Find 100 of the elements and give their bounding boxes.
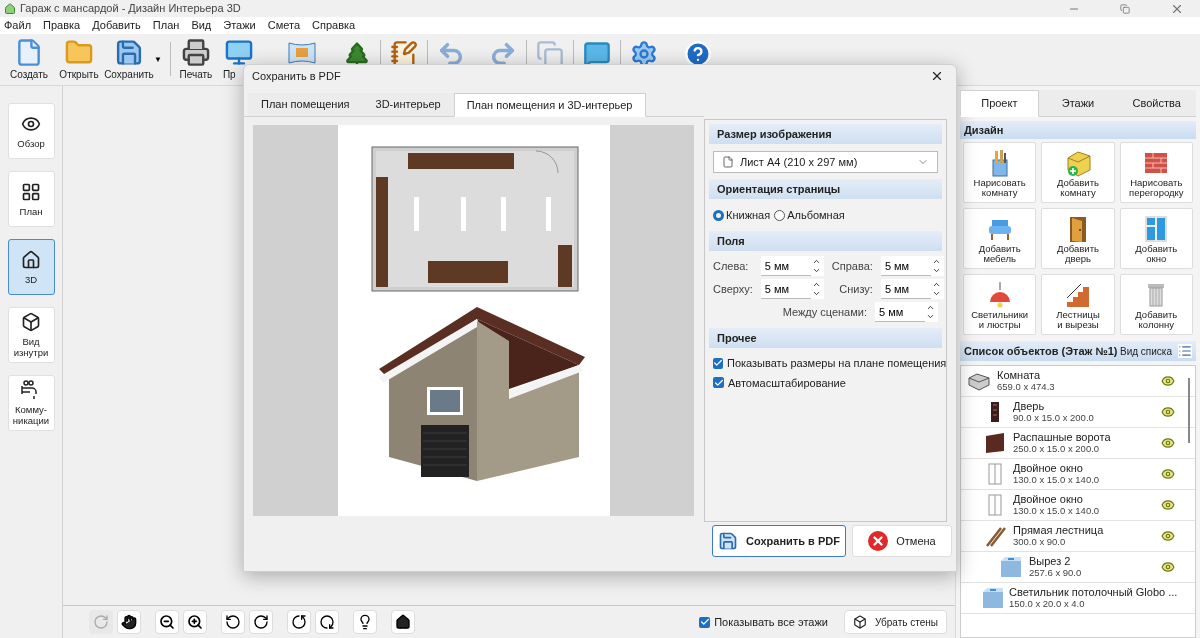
- object-size: 150.0 x 20.0 x 4.0: [1009, 598, 1086, 610]
- design-tool-button[interactable]: Светильники и люстры: [963, 274, 1037, 335]
- room-cube-icon: [21, 312, 41, 332]
- view-mode-button[interactable]: Вид изнутри: [7, 307, 55, 363]
- dropdown-arrow[interactable]: ▼: [154, 54, 162, 66]
- number-field[interactable]: 5 мм: [760, 256, 811, 276]
- visibility-eye-icon[interactable]: [1161, 405, 1175, 419]
- object-size: 250.0 x 15.0 x 200.0: [1013, 443, 1101, 455]
- margin-label: Сверху:: [713, 281, 753, 297]
- paper-size-dropdown[interactable]: Лист А4 (210 x 297 мм): [713, 151, 938, 173]
- design-tool-button[interactable]: Добавить комнату: [1041, 142, 1115, 203]
- visibility-eye-icon[interactable]: [1161, 467, 1175, 481]
- spin-down-icon[interactable]: [925, 312, 936, 321]
- object-name: Распашные ворота: [1013, 431, 1112, 443]
- menu-item[interactable]: Правка: [43, 17, 81, 34]
- visibility-eye-icon[interactable]: [1161, 374, 1175, 388]
- checkbox[interactable]: [713, 357, 723, 369]
- checkbox-label: Показывать размеры на плане помещения: [727, 356, 947, 371]
- zoom-in-button[interactable]: [183, 610, 207, 634]
- cancel-icon: [868, 531, 889, 551]
- radio-button[interactable]: [774, 209, 786, 221]
- panorama-icon[interactable]: [286, 40, 317, 66]
- tab[interactable]: Свойства: [1117, 90, 1196, 116]
- menu-item[interactable]: Смета: [267, 17, 301, 34]
- zoom-out-button[interactable]: [155, 610, 179, 634]
- toolbar-button[interactable]: Открыть: [54, 38, 104, 82]
- tab[interactable]: 3D-интерьер: [362, 93, 454, 116]
- tilt-down-button[interactable]: [315, 610, 339, 634]
- menu-item[interactable]: Справка: [312, 17, 356, 34]
- page-icon: [722, 156, 734, 168]
- scrollbar[interactable]: [1188, 378, 1190, 443]
- close-icon[interactable]: [930, 69, 944, 83]
- spin-up-icon[interactable]: [925, 303, 936, 312]
- rotate-icon: [93, 614, 109, 630]
- view-mode-button[interactable]: 3D: [7, 239, 55, 295]
- list-view-button[interactable]: Вид списка: [1119, 343, 1172, 359]
- cancel-button[interactable]: Отмена: [852, 525, 952, 557]
- design-tool-button[interactable]: Нарисовать перегородку: [1119, 142, 1193, 203]
- remove-walls-button[interactable]: Убрать стены: [843, 610, 947, 634]
- light-button[interactable]: [353, 610, 377, 634]
- cube-icon: [852, 615, 867, 629]
- tab[interactable]: План помещения: [248, 93, 363, 116]
- radio-label: Книжная: [726, 207, 771, 223]
- tab[interactable]: Этажи: [1038, 90, 1118, 116]
- design-tool-button[interactable]: Добавить мебель: [963, 208, 1037, 269]
- design-tool-button[interactable]: Нарисовать комнату: [963, 142, 1037, 203]
- section-header: Дизайн: [960, 121, 1196, 139]
- toolbar-button[interactable]: Сохранить: [104, 38, 154, 82]
- checkbox-label: Автомасштабирование: [728, 375, 846, 391]
- object-size: 90.0 x 15.0 x 200.0: [1013, 412, 1095, 424]
- checkbox-label: Показывать все этажи: [714, 614, 828, 630]
- object-name: Светильник потолочный Globo ...: [1009, 586, 1178, 598]
- home-icon: [395, 614, 411, 630]
- number-field[interactable]: 5 мм: [880, 279, 931, 299]
- menu-item[interactable]: Файл: [4, 17, 32, 34]
- rotate-left-button[interactable]: [221, 610, 245, 634]
- design-tool-button[interactable]: Добавить колонну: [1119, 274, 1193, 335]
- rotate-right-button[interactable]: [249, 610, 273, 634]
- visibility-eye-icon[interactable]: [1161, 529, 1175, 543]
- menu-item[interactable]: Добавить: [92, 17, 141, 34]
- visibility-eye-icon[interactable]: [1161, 560, 1175, 574]
- menu-item[interactable]: Этажи: [223, 17, 256, 34]
- tab[interactable]: План помещения и 3D-интерьер: [453, 93, 646, 117]
- menu-item[interactable]: Вид: [191, 17, 212, 34]
- visibility-eye-icon[interactable]: [1161, 498, 1175, 512]
- floppy-icon: [718, 531, 739, 551]
- object-name: Двойное окно: [1013, 462, 1084, 474]
- toolbar-button[interactable]: Печать: [170, 38, 221, 82]
- section-header: Прочее: [709, 328, 942, 348]
- object-name: Двойное окно: [1013, 493, 1084, 505]
- tilt-up-button[interactable]: [287, 610, 311, 634]
- list-view-icon[interactable]: [1178, 344, 1192, 358]
- toolbar-button[interactable]: Создать: [4, 38, 54, 82]
- checkbox[interactable]: [713, 377, 724, 389]
- object-name: Вырез 2: [1029, 555, 1072, 567]
- object-name: Комната: [997, 369, 1042, 381]
- number-field[interactable]: 5 мм: [760, 279, 811, 299]
- dialog-title: Сохранить в PDF: [252, 68, 342, 84]
- pan-button[interactable]: [117, 610, 141, 634]
- design-tool-button[interactable]: Добавить окно: [1119, 208, 1193, 269]
- number-field[interactable]: 5 мм: [880, 256, 931, 276]
- margin-label: Слева:: [713, 258, 750, 274]
- view-mode-button[interactable]: План: [7, 171, 55, 227]
- cutout-cube-icon: [981, 586, 1005, 610]
- home-button[interactable]: [391, 610, 415, 634]
- visibility-eye-icon[interactable]: [1161, 436, 1175, 450]
- save-pdf-button[interactable]: Сохранить в PDF: [712, 525, 846, 557]
- radio-button[interactable]: [713, 209, 724, 221]
- design-tool-button[interactable]: Добавить дверь: [1041, 208, 1115, 269]
- restore-icon[interactable]: [1120, 3, 1130, 14]
- menu-item[interactable]: План: [152, 17, 180, 34]
- section-header: Ориентация страницы: [709, 179, 942, 199]
- number-field[interactable]: 5 мм: [875, 302, 925, 322]
- tab[interactable]: Проект: [960, 90, 1039, 117]
- design-tool-button[interactable]: Лестницы и вырезы: [1041, 274, 1115, 335]
- view-mode-button[interactable]: Комму- никации: [7, 375, 55, 431]
- view-mode-button[interactable]: Обзор: [7, 103, 55, 159]
- checkbox[interactable]: [699, 616, 711, 628]
- section-header: Поля: [709, 231, 942, 251]
- zoom-out-icon: [159, 614, 175, 630]
